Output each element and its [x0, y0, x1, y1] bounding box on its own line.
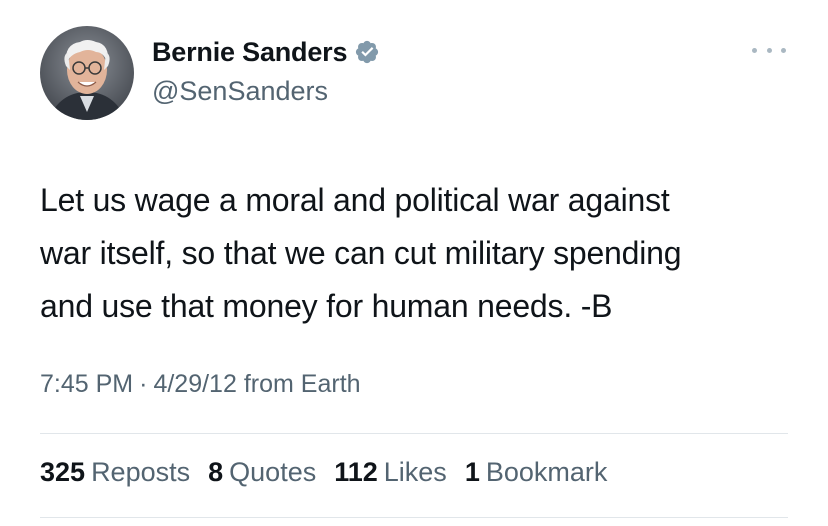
likes-count: 112 — [334, 457, 378, 487]
more-options-icon[interactable] — [752, 40, 786, 60]
tweet-meta: 7:45 PM · 4/29/12 from Earth — [40, 370, 361, 399]
bookmarks-count: 1 — [464, 457, 480, 487]
engagement-stats: 325 Reposts 8 Quotes 112 Likes 1 Bookmark — [40, 457, 625, 488]
bookmarks-stat[interactable]: 1 Bookmark — [465, 457, 608, 488]
author-handle[interactable]: @SenSanders — [152, 76, 328, 107]
dot-icon — [781, 47, 786, 53]
verified-badge-icon[interactable] — [354, 39, 380, 65]
tweet-text-line: Let us wage a moral and political war ag… — [40, 182, 670, 218]
reposts-count: 325 — [40, 457, 86, 487]
likes-label: Likes — [383, 457, 447, 487]
quotes-label: Quotes — [229, 457, 317, 487]
meta-separator: · — [139, 370, 148, 398]
quotes-stat[interactable]: 8 Quotes — [208, 457, 316, 488]
bookmarks-label: Bookmark — [485, 457, 608, 487]
author-name-row: Bernie Sanders — [152, 34, 380, 70]
tweet-text: Let us wage a moral and political war ag… — [40, 174, 800, 333]
likes-stat[interactable]: 112 Likes — [334, 457, 447, 488]
tweet-time[interactable]: 7:45 PM — [40, 370, 133, 399]
tweet-source: from Earth — [243, 370, 361, 398]
dot-icon — [766, 47, 772, 53]
author-display-name[interactable]: Bernie Sanders — [152, 37, 347, 68]
reposts-label: Reposts — [91, 457, 191, 487]
tweet-card: Bernie Sanders @SenSanders Let us wage a… — [0, 0, 828, 526]
divider — [40, 433, 788, 434]
tweet-text-line: and use that money for human needs. -B — [40, 288, 613, 324]
avatar-photo-icon — [40, 26, 134, 120]
divider — [40, 517, 788, 518]
dot-icon — [752, 47, 757, 53]
avatar[interactable] — [40, 26, 134, 120]
tweet-text-line: war itself, so that we can cut military … — [40, 235, 682, 271]
reposts-stat[interactable]: 325 Reposts — [40, 457, 190, 488]
quotes-count: 8 — [208, 457, 224, 487]
tweet-date[interactable]: 4/29/12 — [153, 370, 236, 399]
